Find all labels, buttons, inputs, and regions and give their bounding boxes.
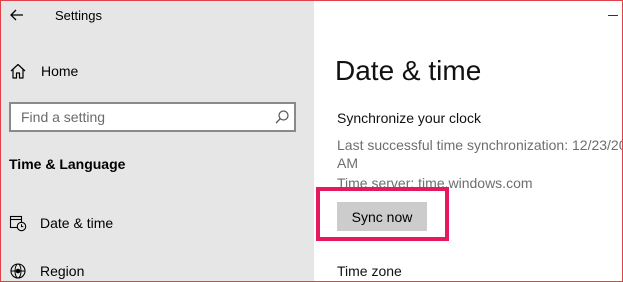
globe-icon <box>9 262 27 280</box>
sidebar-item-label: Home <box>41 63 79 79</box>
sidebar-item-date-time[interactable]: Date & time <box>1 209 314 237</box>
sidebar-item-home[interactable]: Home <box>1 57 314 85</box>
home-icon <box>9 62 27 80</box>
section-heading: Time & Language <box>9 156 126 172</box>
search-box[interactable] <box>9 102 296 132</box>
minimize-icon[interactable] <box>608 15 618 16</box>
search-input[interactable] <box>11 104 271 130</box>
settings-window: Settings Home Time & Language <box>0 0 623 282</box>
page-title: Date & time <box>335 55 482 86</box>
last-sync-text-continued: AM <box>337 155 358 171</box>
calendar-clock-icon <box>9 214 27 232</box>
sidebar-item-label: Date & time <box>40 215 114 231</box>
sidebar-item-label: Region <box>40 263 85 279</box>
app-title: Settings <box>55 8 102 23</box>
main-content: Date & time Synchronize your clock Last … <box>314 1 623 281</box>
sync-heading: Synchronize your clock <box>337 110 481 126</box>
sync-now-button[interactable]: Sync now <box>337 202 427 231</box>
search-icon[interactable] <box>274 109 290 125</box>
sidebar-item-region[interactable]: Region <box>1 257 314 281</box>
time-zone-heading: Time zone <box>337 263 402 279</box>
sidebar: Settings Home Time & Language <box>1 1 314 281</box>
back-arrow-icon[interactable] <box>7 5 27 25</box>
last-sync-text: Last successful time synchronization: 12… <box>337 137 623 153</box>
